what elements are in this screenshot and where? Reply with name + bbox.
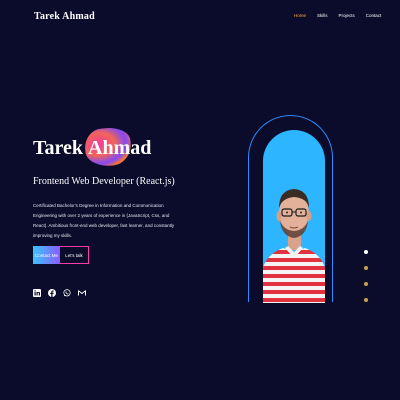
lets-talk-button[interactable]: Let's talk [60, 246, 89, 264]
linkedin-icon[interactable] [33, 289, 41, 297]
hero-description: Certificated Bachelor's Degree in Inform… [33, 203, 175, 238]
hero-last-name: Ahmad [88, 137, 152, 159]
brand-logo-text[interactable]: Tarek Ahmad [34, 11, 95, 22]
facebook-icon[interactable] [48, 289, 56, 297]
nav-link-projects[interactable]: Projects [339, 13, 355, 18]
section-dot-skills[interactable] [364, 266, 368, 270]
gmail-icon[interactable] [78, 289, 86, 297]
hero-last-name-brush: Ahmad [88, 136, 151, 160]
nav-link-skills[interactable]: Skills [317, 13, 328, 18]
nav-links: Home Skills Projects Contact [294, 13, 392, 18]
hero-title: Tarek Ahmad [33, 136, 151, 160]
hero-first-name: Tarek [33, 137, 84, 159]
profile-photo-frame [263, 130, 325, 303]
section-indicator-dots [364, 250, 370, 314]
social-links [33, 289, 86, 297]
section-dot-contact[interactable] [364, 298, 368, 302]
nav-link-contact[interactable]: Contact [366, 13, 382, 18]
contact-me-button[interactable]: Contact Me [33, 246, 60, 264]
hero-subtitle: Frontend Web Developer (React.js) [33, 176, 175, 187]
section-dot-projects[interactable] [364, 282, 368, 286]
top-navbar: Tarek Ahmad Home Skills Projects Contact [0, 0, 400, 34]
section-dot-home[interactable] [364, 250, 368, 254]
profile-photo [263, 189, 325, 303]
nav-link-home[interactable]: Home [294, 13, 306, 18]
hero-buttons: Contact Me Let's talk [33, 246, 89, 264]
whatsapp-icon[interactable] [63, 289, 71, 297]
